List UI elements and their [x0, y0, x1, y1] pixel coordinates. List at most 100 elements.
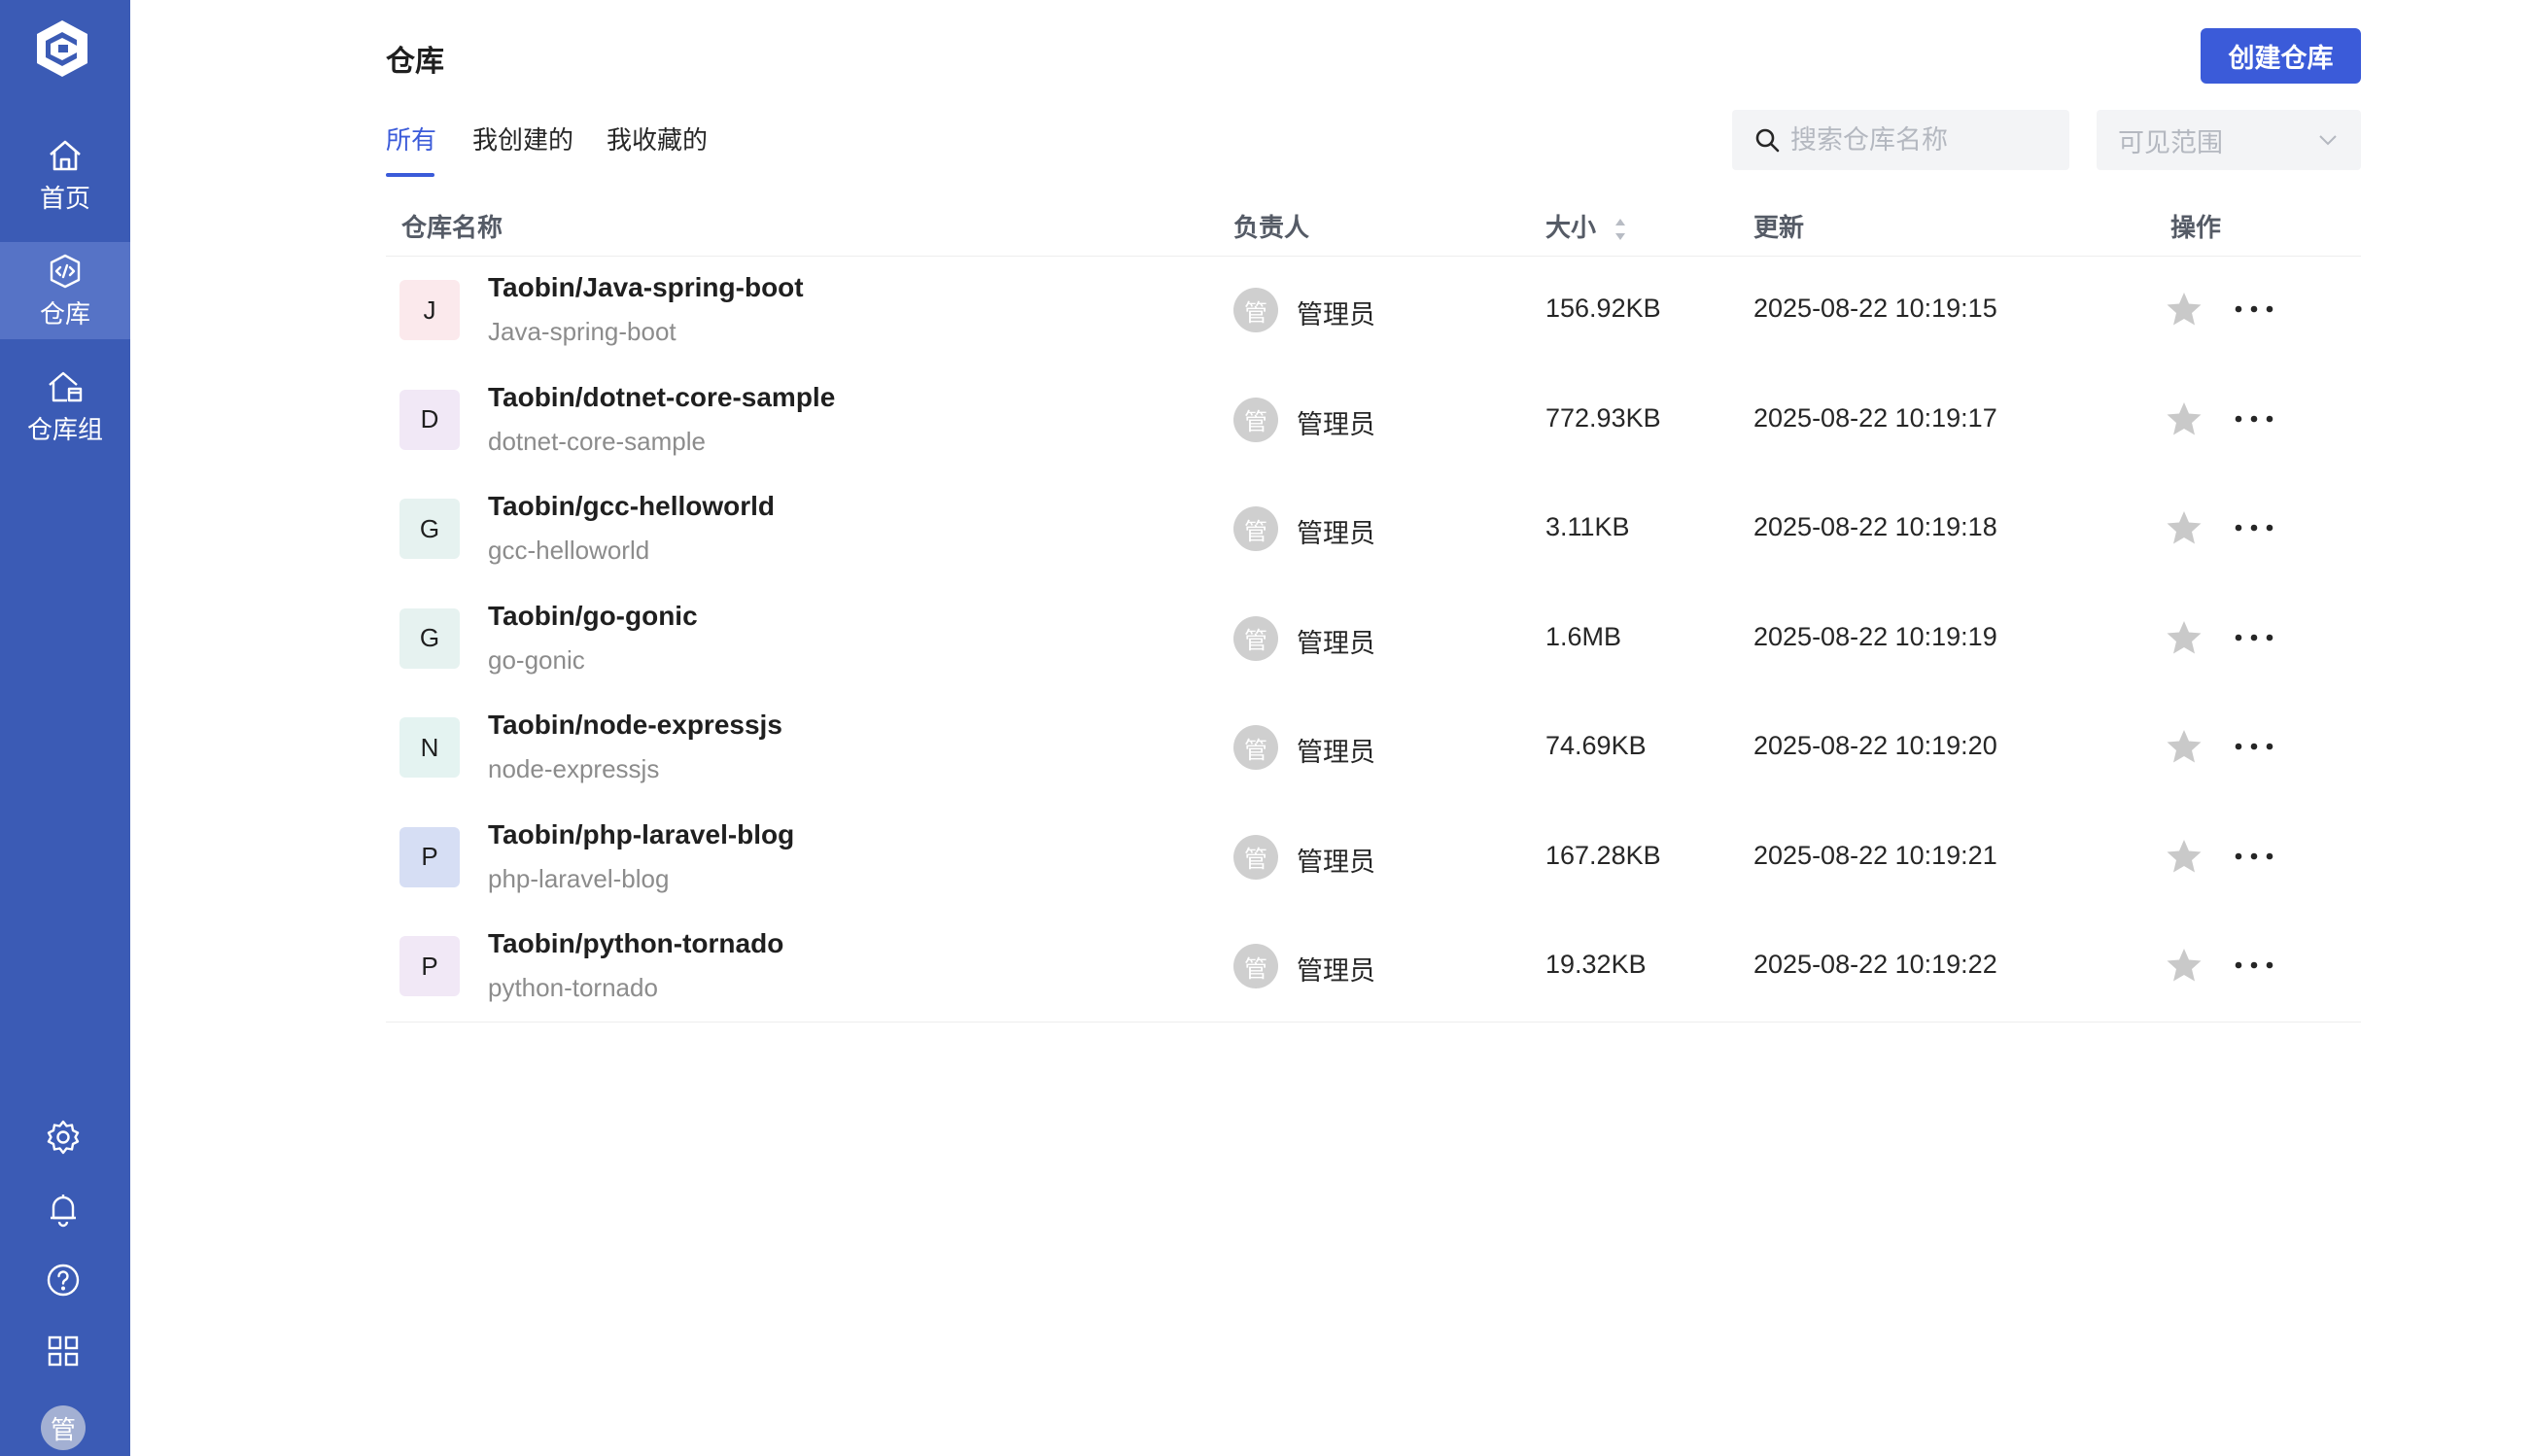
search-box[interactable]: [1732, 110, 2069, 170]
repo-size: 19.32KB: [1545, 950, 1647, 979]
table-row[interactable]: J Taobin/Java-spring-boot Java-spring-bo…: [386, 257, 2361, 366]
star-icon[interactable]: [2165, 618, 2203, 657]
owner-avatar: 管: [1233, 834, 1278, 880]
repo-updated-time: 2025-08-22 10:19:18: [1753, 512, 1997, 541]
column-header-size-label: 大小: [1545, 213, 1597, 242]
repo-short-name: php-laravel-blog: [488, 863, 670, 893]
repo-short-name: gcc-helloworld: [488, 536, 650, 565]
owner-avatar: 管: [1233, 397, 1278, 442]
owner-name: 管理员: [1297, 738, 1375, 767]
owner-name: 管理员: [1297, 519, 1375, 548]
owner-name: 管理员: [1297, 847, 1375, 877]
repo-updated-time: 2025-08-22 10:19:15: [1753, 294, 1997, 323]
user-avatar[interactable]: 管: [41, 1405, 86, 1450]
repo-updated-time: 2025-08-22 10:19:22: [1753, 950, 1997, 979]
sidebar-item-home[interactable]: 首页: [0, 126, 130, 224]
table-row[interactable]: G Taobin/gcc-helloworld gcc-helloworld 管…: [386, 475, 2361, 585]
repo-size: 167.28KB: [1545, 840, 1661, 870]
owner-avatar: 管: [1233, 944, 1278, 988]
apps-grid-icon[interactable]: [44, 1332, 83, 1370]
sidebar: 首页 仓库 仓库组 管: [0, 0, 130, 1456]
star-icon[interactable]: [2165, 727, 2203, 766]
repo-size: 772.93KB: [1545, 402, 1661, 433]
more-options-icon[interactable]: [2233, 729, 2275, 764]
active-tab-indicator: [386, 173, 434, 177]
sidebar-item-label: 首页: [39, 183, 90, 213]
owner-name: 管理员: [1297, 956, 1375, 986]
chevron-down-icon: [2319, 135, 2337, 146]
owner-avatar: 管: [1233, 615, 1278, 661]
repo-updated-time: 2025-08-22 10:19:20: [1753, 731, 1997, 760]
repo-full-name-link[interactable]: Taobin/Java-spring-boot: [488, 272, 804, 303]
table-row[interactable]: N Taobin/node-expressjs node-expressjs 管…: [386, 694, 2361, 804]
repo-short-name: Java-spring-boot: [488, 317, 677, 346]
repo-short-name: go-gonic: [488, 644, 585, 675]
more-options-icon[interactable]: [2233, 948, 2275, 983]
create-repository-button[interactable]: 创建仓库: [2201, 28, 2361, 84]
repo-full-name-link[interactable]: Taobin/go-gonic: [488, 601, 698, 632]
app-logo-icon[interactable]: [31, 17, 93, 80]
column-header-updated: 更新: [1753, 213, 1805, 242]
star-icon[interactable]: [2165, 946, 2203, 985]
column-header-size[interactable]: 大小: [1545, 208, 1628, 244]
search-input[interactable]: [1790, 124, 2053, 156]
repo-size: 3.11KB: [1545, 512, 1630, 541]
repo-avatar: P: [399, 826, 460, 887]
visibility-scope-select[interactable]: 可见范围: [2097, 110, 2361, 170]
page-title: 仓库: [386, 46, 444, 78]
star-icon[interactable]: [2165, 399, 2203, 438]
tab-label: 所有: [386, 125, 437, 155]
repository-icon: [50, 254, 81, 288]
owner-name: 管理员: [1297, 409, 1375, 439]
home-icon: [50, 140, 81, 170]
sidebar-item-label: 仓库组: [26, 414, 103, 444]
repo-full-name-link[interactable]: Taobin/python-tornado: [488, 928, 783, 959]
table-row[interactable]: D Taobin/dotnet-core-sample dotnet-core-…: [386, 366, 2361, 476]
repo-avatar: G: [399, 499, 460, 559]
column-header-actions: 操作: [2170, 213, 2222, 242]
repository-group-icon: [49, 371, 83, 401]
bell-icon[interactable]: [44, 1190, 83, 1229]
star-icon[interactable]: [2165, 508, 2203, 547]
repo-size: 1.6MB: [1545, 621, 1622, 651]
repo-short-name: python-tornado: [488, 973, 658, 1002]
star-icon[interactable]: [2165, 290, 2203, 329]
repo-updated-time: 2025-08-22 10:19:21: [1753, 840, 1997, 870]
more-options-icon[interactable]: [2233, 620, 2275, 655]
owner-avatar: 管: [1233, 725, 1278, 770]
owner-avatar: 管: [1233, 506, 1278, 551]
sort-icon[interactable]: [1613, 216, 1628, 243]
owner-avatar: 管: [1233, 288, 1278, 332]
sidebar-item-repository[interactable]: 仓库: [0, 242, 130, 339]
table-row[interactable]: P Taobin/python-tornado python-tornado 管…: [386, 913, 2361, 1023]
table-row[interactable]: G Taobin/go-gonic go-gonic 管 管理员 1.6MB 2…: [386, 585, 2361, 695]
more-options-icon[interactable]: [2233, 292, 2275, 327]
repo-full-name-link[interactable]: Taobin/dotnet-core-sample: [488, 382, 835, 413]
settings-icon[interactable]: [44, 1118, 83, 1157]
tab-created-by-me[interactable]: 我创建的: [472, 121, 573, 156]
more-options-icon[interactable]: [2233, 510, 2275, 545]
repo-short-name: node-expressjs: [488, 754, 660, 783]
repo-full-name-link[interactable]: Taobin/node-expressjs: [488, 710, 782, 741]
more-options-icon[interactable]: [2233, 401, 2275, 436]
sidebar-item-repository-group[interactable]: 仓库组: [0, 358, 130, 455]
repo-updated-time: 2025-08-22 10:19:17: [1753, 402, 1997, 433]
search-icon: [1755, 128, 1780, 153]
tab-starred[interactable]: 我收藏的: [607, 121, 708, 156]
repo-full-name-link[interactable]: Taobin/php-laravel-blog: [488, 819, 794, 850]
repo-full-name-link[interactable]: Taobin/gcc-helloworld: [488, 491, 775, 522]
star-icon[interactable]: [2165, 837, 2203, 876]
repo-avatar: P: [399, 936, 460, 996]
column-header-owner: 负责人: [1233, 213, 1310, 242]
help-icon[interactable]: [44, 1261, 83, 1300]
repo-updated-time: 2025-08-22 10:19:19: [1753, 621, 1997, 651]
table-row[interactable]: P Taobin/php-laravel-blog php-laravel-bl…: [386, 804, 2361, 914]
more-options-icon[interactable]: [2233, 839, 2275, 874]
tab-all[interactable]: 所有: [386, 121, 437, 177]
repo-avatar: G: [399, 607, 460, 669]
repo-size: 74.69KB: [1545, 731, 1647, 760]
repo-avatar: J: [399, 280, 460, 340]
repo-size: 156.92KB: [1545, 294, 1661, 323]
owner-name: 管理员: [1297, 628, 1375, 658]
repo-avatar: N: [399, 717, 460, 778]
